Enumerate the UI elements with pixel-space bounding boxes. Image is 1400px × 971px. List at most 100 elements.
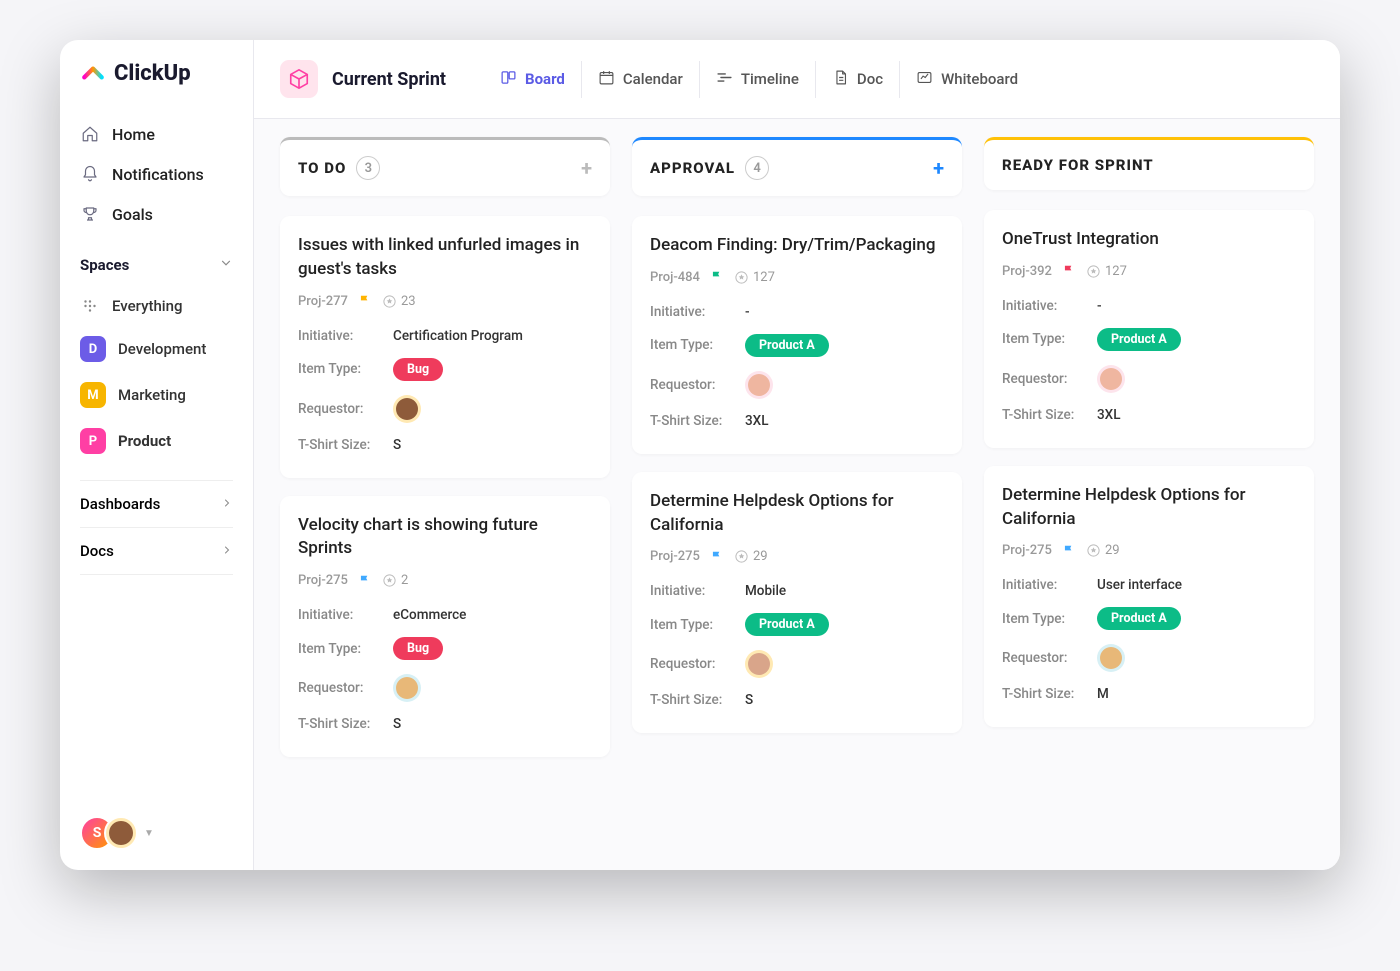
space-label: Development [118, 340, 206, 358]
field-tshirt: T-Shirt Size:3XL [650, 406, 944, 436]
timeline-icon [716, 69, 733, 90]
nav-label: Goals [112, 205, 153, 224]
add-card-button[interactable]: + [933, 156, 944, 180]
spaces-header-label: Spaces [80, 256, 129, 274]
task-card[interactable]: Determine Helpdesk Options for Californi… [984, 466, 1314, 728]
tab-label: Calendar [623, 70, 683, 88]
space-everything[interactable]: Everything [80, 286, 233, 326]
card-title: Determine Helpdesk Options for Californi… [650, 490, 944, 538]
field-tshirt: T-Shirt Size:M [1002, 679, 1296, 709]
star-count: 2 [382, 573, 408, 588]
user-corner[interactable]: S ▼ [80, 816, 233, 850]
tab-whiteboard[interactable]: Whiteboard [899, 61, 1034, 98]
column-header: Approval 4+ [632, 137, 962, 196]
primary-nav: HomeNotifications Goals [80, 114, 233, 234]
user-avatar-photo [104, 816, 138, 850]
topbar: Current Sprint BoardCalendarTimelineDocW… [254, 40, 1340, 119]
nav-home[interactable]: Home [80, 114, 233, 154]
column-title: Approval [650, 159, 735, 177]
app-window: ClickUp HomeNotifications Goals Spaces Ev… [60, 40, 1340, 870]
field-item-type: Item Type:Product A [650, 606, 944, 643]
trophy-icon [80, 204, 100, 224]
field-requestor: Requestor: [1002, 637, 1296, 679]
tab-label: Doc [857, 70, 883, 88]
collapsible-label: Dashboards [80, 495, 160, 513]
avatar [1097, 365, 1125, 393]
space-product[interactable]: P Product [80, 418, 233, 464]
nav-notifications[interactable]: Notifications [80, 154, 233, 194]
spaces-header[interactable]: Spaces [80, 234, 233, 286]
tab-timeline[interactable]: Timeline [699, 61, 815, 98]
project-id: Proj-392 [1002, 264, 1052, 279]
whiteboard-icon [916, 69, 933, 90]
space-marketing[interactable]: MMarketing [80, 372, 233, 418]
field-item-type: Item Type:Bug [298, 351, 592, 388]
star-count: 29 [1086, 543, 1120, 558]
field-requestor: Requestor: [1002, 358, 1296, 400]
bell-icon [80, 164, 100, 184]
column-count: 3 [356, 156, 380, 180]
column-title: To Do [298, 159, 346, 177]
tab-label: Board [525, 70, 565, 88]
field-initiative: Initiative:- [650, 297, 944, 327]
field-tshirt: T-Shirt Size:3XL [1002, 400, 1296, 430]
card-title: Determine Helpdesk Options for Californi… [1002, 484, 1296, 532]
task-card[interactable]: Deacom Finding: Dry/Trim/Packaging Proj-… [632, 216, 962, 454]
chevron-down-icon [219, 256, 233, 274]
column-ready-for-sprint: Ready for Sprint OneTrust Integration Pr… [984, 137, 1314, 852]
star-count: 127 [734, 270, 775, 285]
clickup-logo-icon [80, 60, 106, 86]
space-label: Product [118, 432, 171, 450]
avatar [393, 674, 421, 702]
collapsible-dashboards[interactable]: Dashboards [80, 480, 233, 527]
space-badge: D [80, 336, 106, 362]
field-initiative: Initiative:Certification Program [298, 321, 592, 351]
collapsible-docs[interactable]: Docs [80, 527, 233, 574]
star-count: 23 [382, 294, 416, 309]
space-badge: P [80, 428, 106, 454]
flag-icon [710, 270, 724, 284]
space-label: Everything [112, 297, 182, 315]
card-meta: Proj-275 29 [1002, 543, 1296, 558]
field-initiative: Initiative:User interface [1002, 570, 1296, 600]
page-icon-box [280, 60, 318, 98]
card-title: OneTrust Integration [1002, 228, 1296, 252]
sidebar: ClickUp HomeNotifications Goals Spaces Ev… [60, 40, 254, 870]
space-badge: M [80, 382, 106, 408]
task-card[interactable]: OneTrust Integration Proj-392 127 Initia… [984, 210, 1314, 448]
column-approval: Approval 4+ Deacom Finding: Dry/Trim/Pac… [632, 137, 962, 852]
project-id: Proj-275 [650, 549, 700, 564]
tab-board[interactable]: Board [484, 61, 581, 98]
nav-goals[interactable]: Goals [80, 194, 233, 234]
task-card[interactable]: Issues with linked unfurled images in gu… [280, 216, 610, 478]
cube-icon [288, 68, 310, 90]
view-tabs: Board Calendar Timeline Doc Whiteboard [484, 61, 1034, 98]
field-item-type: Item Type:Product A [1002, 321, 1296, 358]
column-to-do: To Do 3 + Issues with linked unfurled ima… [280, 137, 610, 852]
project-id: Proj-277 [298, 294, 348, 309]
avatar [393, 395, 421, 423]
spaces-list: Everything D Development MMarketing P Product [80, 286, 233, 464]
home-icon [80, 124, 100, 144]
tab-doc[interactable]: Doc [815, 61, 899, 98]
board-icon [500, 69, 517, 90]
flag-icon [710, 550, 724, 564]
space-development[interactable]: D Development [80, 326, 233, 372]
card-title: Deacom Finding: Dry/Trim/Packaging [650, 234, 944, 258]
field-item-type: Item Type:Bug [298, 630, 592, 667]
card-meta: Proj-275 2 [298, 573, 592, 588]
task-card[interactable]: Velocity chart is showing future Sprints… [280, 496, 610, 758]
brand-logo[interactable]: ClickUp [80, 60, 233, 86]
chevron-right-icon [221, 542, 233, 560]
chevron-right-icon [221, 495, 233, 513]
task-card[interactable]: Determine Helpdesk Options for Californi… [632, 472, 962, 734]
flag-icon [1062, 264, 1076, 278]
collapsibles: Dashboards Docs [80, 464, 233, 574]
field-requestor: Requestor: [650, 643, 944, 685]
flag-icon [358, 294, 372, 308]
tab-calendar[interactable]: Calendar [581, 61, 699, 98]
chevron-down-icon: ▼ [144, 828, 154, 839]
add-card-button[interactable]: + [581, 156, 592, 180]
field-tshirt: T-Shirt Size:S [298, 709, 592, 739]
flag-icon [1062, 544, 1076, 558]
